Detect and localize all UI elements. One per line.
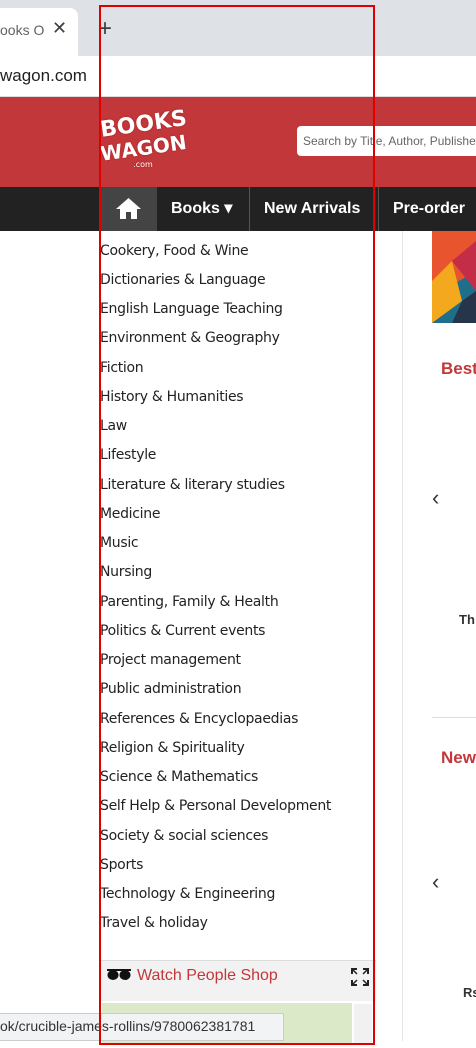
widget-scrollbar[interactable]: [354, 1004, 372, 1044]
nav-books[interactable]: Books ▾: [171, 187, 232, 231]
bookswagon-logo[interactable]: BOOKS WAGON .com: [99, 106, 189, 178]
promo-banner[interactable]: [432, 231, 476, 323]
book-title-snippet[interactable]: Th: [459, 612, 475, 627]
category-link[interactable]: Science & Mathematics: [100, 769, 258, 785]
category-link[interactable]: Literature & literary studies: [100, 477, 285, 493]
category-link[interactable]: Politics & Current events: [100, 623, 265, 639]
price-snippet: Rs: [463, 985, 476, 1000]
nav-divider: [249, 187, 250, 231]
bestsellers-title: Best: [441, 359, 476, 378]
search-input[interactable]: [303, 126, 476, 156]
tab-title: ooks On: [0, 22, 44, 38]
category-link[interactable]: Law: [100, 418, 127, 434]
carousel-prev-icon[interactable]: ‹: [432, 869, 439, 895]
section-divider: [432, 717, 476, 718]
category-link[interactable]: Sports: [100, 857, 143, 873]
new-tab-button[interactable]: +: [98, 15, 112, 43]
new-arrivals-title: New: [441, 748, 476, 767]
home-icon: [116, 198, 141, 219]
category-link[interactable]: Technology & Engineering: [100, 886, 275, 902]
category-link[interactable]: History & Humanities: [100, 389, 244, 405]
category-link[interactable]: Medicine: [100, 506, 160, 522]
category-link[interactable]: Travel & holiday: [100, 915, 208, 931]
nav-pre-order[interactable]: Pre-order: [393, 187, 465, 231]
expand-icon[interactable]: [351, 968, 369, 991]
category-link[interactable]: Nursing: [100, 564, 152, 580]
category-link[interactable]: Parenting, Family & Health: [100, 594, 279, 610]
category-link[interactable]: Religion & Spirituality: [100, 740, 245, 756]
search-box[interactable]: [297, 126, 476, 156]
glasses-icon: [106, 966, 132, 987]
category-link[interactable]: Society & social sciences: [100, 828, 268, 844]
watch-people-shop-label[interactable]: Watch People Shop: [137, 967, 278, 985]
category-link[interactable]: Self Help & Personal Development: [100, 798, 331, 814]
nav-divider: [378, 187, 379, 231]
category-link[interactable]: Dictionaries & Language: [100, 272, 266, 288]
category-link[interactable]: Public administration: [100, 681, 242, 697]
carousel-prev-icon[interactable]: ‹: [432, 485, 439, 511]
category-link[interactable]: Lifestyle: [100, 447, 156, 463]
category-link[interactable]: Environment & Geography: [100, 330, 280, 346]
category-link[interactable]: Fiction: [100, 360, 144, 376]
logo-line3: .com: [133, 160, 153, 169]
category-link[interactable]: Cookery, Food & Wine: [100, 243, 249, 259]
status-url: ok/crucible-james-rollins/9780062381781: [0, 1018, 256, 1034]
category-link[interactable]: Project management: [100, 652, 241, 668]
banner-graphic: [432, 231, 476, 323]
nav-home-button[interactable]: [100, 187, 157, 231]
tab-close-icon[interactable]: ✕: [52, 18, 67, 39]
column-divider: [402, 231, 403, 1041]
nav-new-arrivals[interactable]: New Arrivals: [264, 187, 360, 231]
category-link[interactable]: English Language Teaching: [100, 301, 283, 317]
category-link[interactable]: References & Encyclopaedias: [100, 711, 298, 727]
category-link[interactable]: Music: [100, 535, 139, 551]
address-text[interactable]: wagon.com: [0, 66, 87, 86]
